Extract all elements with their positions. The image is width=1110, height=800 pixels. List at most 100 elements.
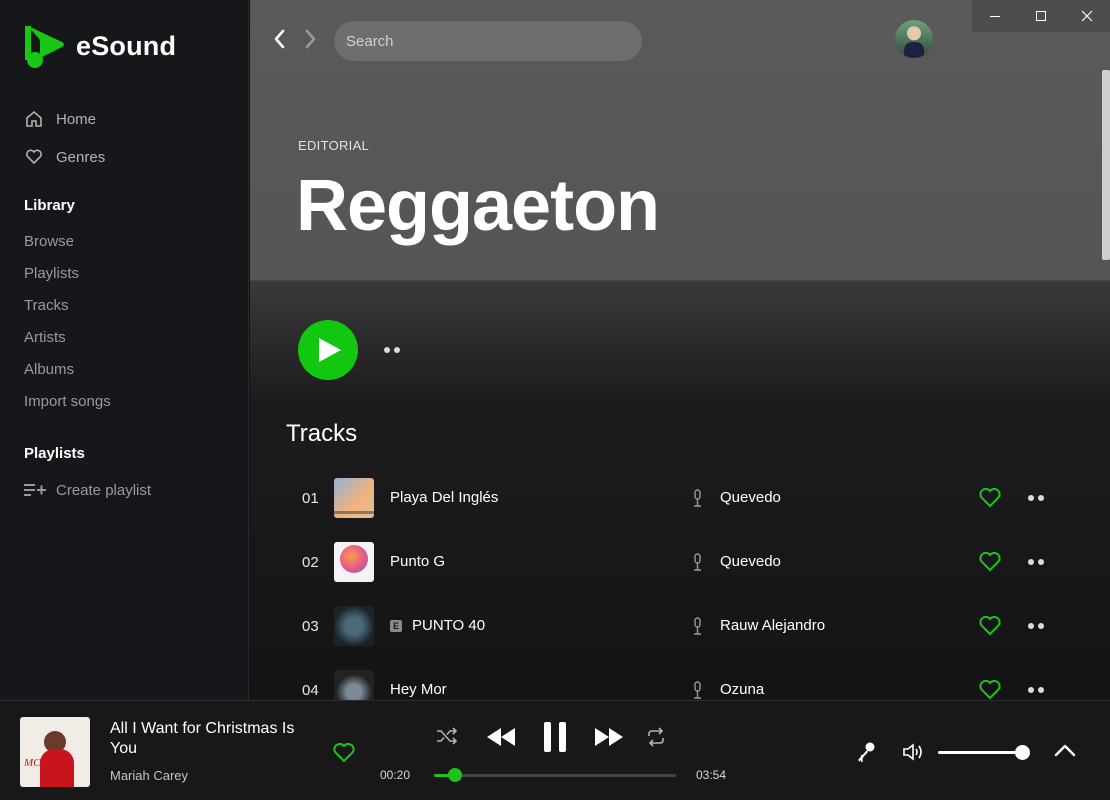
library-item-tracks[interactable]: Tracks xyxy=(24,290,111,322)
track-artist[interactable]: Ozuna xyxy=(720,681,764,698)
esound-logo-icon xyxy=(25,26,64,68)
back-arrow-icon[interactable] xyxy=(270,28,290,50)
lyrics-microphone-icon[interactable] xyxy=(855,741,877,763)
search-input[interactable] xyxy=(334,21,642,61)
track-title-text: Playa Del Inglés xyxy=(390,489,499,506)
library-item-browse[interactable]: Browse xyxy=(24,226,111,258)
track-more-button[interactable] xyxy=(1028,559,1044,565)
microphone-icon xyxy=(694,617,701,635)
track-row[interactable]: 01 Playa Del Inglés Quevedo xyxy=(286,470,1066,526)
track-more-button[interactable] xyxy=(1028,495,1044,501)
next-icon[interactable] xyxy=(594,727,624,747)
create-playlist-label: Create playlist xyxy=(56,481,152,499)
playlists-heading: Playlists xyxy=(24,445,85,462)
sidebar: eSound Home Genres Library Browse Playli… xyxy=(0,0,249,700)
tracks-heading: Tracks xyxy=(286,420,358,447)
track-cover xyxy=(334,478,374,518)
minimize-button[interactable] xyxy=(972,0,1018,32)
track-title: Playa Del Inglés xyxy=(390,489,498,506)
track-more-button[interactable] xyxy=(1028,687,1044,693)
heart-icon[interactable] xyxy=(332,741,356,763)
track-title-text: PUNTO 40 xyxy=(412,617,486,634)
page-title: Reggaeton xyxy=(296,166,660,246)
player-bar: MC All I Want for Christmas Is You Maria… xyxy=(0,700,1110,800)
track-number: 03 xyxy=(302,618,319,635)
track-cover xyxy=(334,542,374,582)
track-title-text: Punto G xyxy=(390,553,446,570)
create-playlist-button[interactable]: Create playlist xyxy=(24,480,151,500)
heart-icon[interactable] xyxy=(978,550,1002,572)
nav-home[interactable]: Home xyxy=(24,100,105,138)
library-heading: Library xyxy=(24,197,75,214)
more-options-button[interactable] xyxy=(384,347,400,353)
track-title-text: Hey Mor xyxy=(390,681,447,698)
track-cover xyxy=(334,606,374,646)
track-cover xyxy=(334,670,374,700)
nav-genres[interactable]: Genres xyxy=(24,138,105,176)
library-list: Browse Playlists Tracks Artists Albums I… xyxy=(24,226,111,418)
play-icon xyxy=(319,338,341,362)
maximize-icon xyxy=(1036,11,1046,21)
volume-icon[interactable] xyxy=(902,742,926,762)
track-more-button[interactable] xyxy=(1028,623,1044,629)
progress-bar[interactable] xyxy=(434,768,676,782)
track-row[interactable]: 03 E PUNTO 40 Rauw Alejandro xyxy=(286,598,1066,654)
app-logo[interactable]: eSound xyxy=(22,22,176,70)
total-time: 03:54 xyxy=(696,768,727,782)
home-icon xyxy=(26,110,42,127)
microphone-icon xyxy=(694,553,701,571)
microphone-icon xyxy=(694,489,701,507)
track-number: 01 xyxy=(302,490,319,507)
avatar-figure xyxy=(904,42,924,58)
shuffle-icon[interactable] xyxy=(436,727,458,745)
maximize-button[interactable] xyxy=(1018,0,1064,32)
now-playing-cover[interactable]: MC xyxy=(20,717,90,787)
heart-icon[interactable] xyxy=(978,486,1002,508)
heart-outline-icon xyxy=(26,149,42,165)
main-nav: Home Genres xyxy=(24,100,105,176)
volume-handle[interactable] xyxy=(1015,745,1030,760)
minimize-icon xyxy=(990,16,1000,17)
now-playing-title[interactable]: All I Want for Christmas Is You xyxy=(110,719,310,759)
pause-icon xyxy=(544,722,566,752)
track-artist[interactable]: Quevedo xyxy=(720,489,781,506)
library-item-artists[interactable]: Artists xyxy=(24,322,111,354)
app-name: eSound xyxy=(76,30,177,61)
nav-home-label: Home xyxy=(56,110,97,128)
track-number: 04 xyxy=(302,682,319,699)
track-title: E PUNTO 40 xyxy=(390,617,485,634)
chevron-up-icon[interactable] xyxy=(1054,743,1076,757)
library-item-albums[interactable]: Albums xyxy=(24,354,111,386)
add-playlist-icon xyxy=(24,484,46,496)
window-controls xyxy=(972,0,1110,32)
user-avatar[interactable] xyxy=(895,20,933,58)
microphone-icon xyxy=(694,681,701,699)
track-row[interactable]: 02 Punto G Quevedo xyxy=(286,534,1066,590)
track-artist[interactable]: Rauw Alejandro xyxy=(720,617,825,634)
repeat-icon[interactable] xyxy=(646,727,666,747)
heart-icon[interactable] xyxy=(978,614,1002,636)
now-playing-artist[interactable]: Mariah Carey xyxy=(110,768,188,783)
track-title: Hey Mor xyxy=(390,681,447,698)
track-row[interactable]: 04 Hey Mor Ozuna xyxy=(286,662,1066,700)
track-number: 02 xyxy=(302,554,319,571)
previous-icon[interactable] xyxy=(486,727,516,747)
track-title: Punto G xyxy=(390,553,445,570)
forward-arrow-icon[interactable] xyxy=(300,28,320,50)
track-artist[interactable]: Quevedo xyxy=(720,553,781,570)
explicit-badge: E xyxy=(390,619,402,632)
play-all-button[interactable] xyxy=(298,320,358,380)
category-label: EDITORIAL xyxy=(298,138,370,153)
pause-button[interactable] xyxy=(543,721,567,753)
nav-genres-label: Genres xyxy=(56,148,106,166)
library-item-import-songs[interactable]: Import songs xyxy=(24,386,111,418)
progress-handle[interactable] xyxy=(447,768,462,782)
main-scrollbar[interactable] xyxy=(1102,70,1110,260)
elapsed-time: 00:20 xyxy=(380,768,411,782)
close-icon xyxy=(1081,10,1093,22)
close-button[interactable] xyxy=(1064,0,1110,32)
heart-icon[interactable] xyxy=(978,678,1002,700)
volume-slider[interactable] xyxy=(938,745,1030,760)
main-content: EDITORIAL Reggaeton Tracks 01 Playa Del … xyxy=(250,0,1110,700)
library-item-playlists[interactable]: Playlists xyxy=(24,258,111,290)
